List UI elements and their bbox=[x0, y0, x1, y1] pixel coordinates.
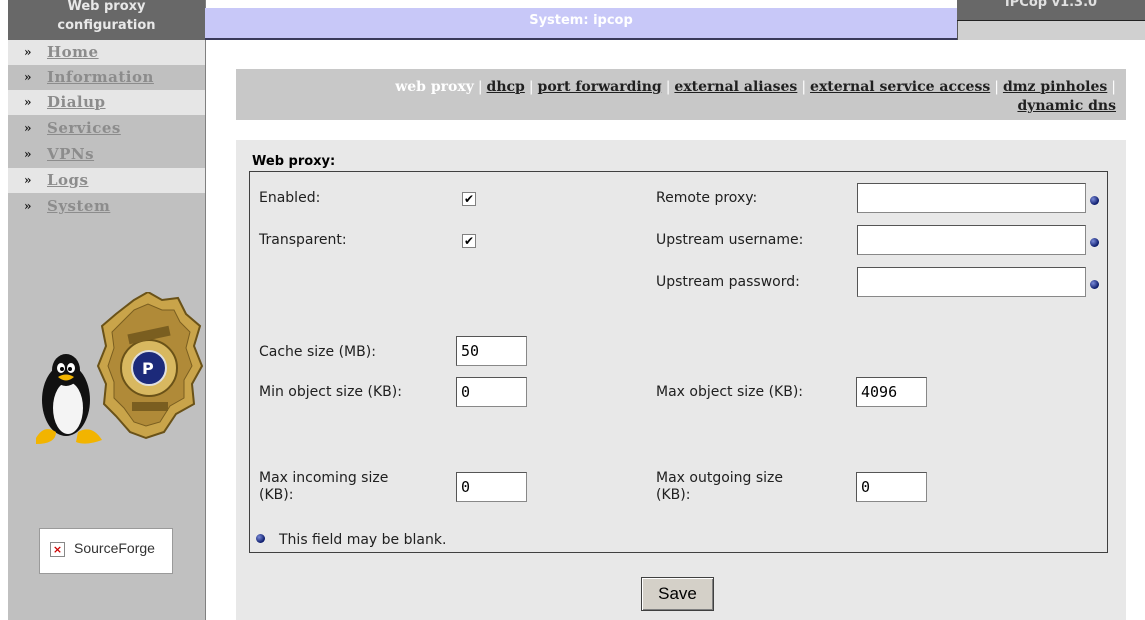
max-outgoing-size-input[interactable] bbox=[856, 472, 927, 502]
chevron-right-icon: » bbox=[24, 121, 31, 135]
page-title: System: ipcop bbox=[529, 13, 633, 28]
sidebar-item-dialup[interactable]: » Dialup bbox=[8, 90, 205, 115]
tab-separator: | bbox=[994, 79, 999, 95]
sidebar-item-label[interactable]: Dialup bbox=[47, 90, 106, 115]
tab-web-proxy[interactable]: web proxy bbox=[395, 79, 474, 95]
checkmark-icon: ✔ bbox=[463, 192, 475, 206]
cache-size-input[interactable] bbox=[456, 336, 527, 366]
max-object-size-label: Max object size (KB): bbox=[656, 384, 804, 400]
tab-port-forwarding[interactable]: port forwarding bbox=[538, 79, 662, 95]
cache-size-label: Cache size (MB): bbox=[259, 344, 376, 360]
sidebar-item-label[interactable]: Logs bbox=[47, 168, 89, 193]
upstream-password-label: Upstream password: bbox=[656, 274, 800, 290]
chevron-right-icon: » bbox=[24, 45, 31, 59]
tab-dmz-pinholes[interactable]: dmz pinholes bbox=[1003, 79, 1107, 95]
tab-external-service-access[interactable]: external service access bbox=[810, 79, 990, 95]
web-proxy-form: Enabled: ✔ Transparent: ✔ Remote proxy: … bbox=[249, 171, 1108, 553]
sourceforge-link[interactable]: × SourceForge bbox=[39, 528, 173, 574]
sidebar-item-information[interactable]: » Information bbox=[8, 65, 205, 90]
tab-separator: | bbox=[477, 79, 483, 95]
tab-dhcp[interactable]: dhcp bbox=[487, 79, 525, 95]
tux-penguin-icon bbox=[36, 354, 102, 444]
sidebar-item-system[interactable]: » System bbox=[8, 194, 205, 219]
save-button[interactable]: Save bbox=[641, 577, 714, 611]
checkmark-icon: ✔ bbox=[463, 234, 475, 248]
sidebar-item-label[interactable]: VPNs bbox=[47, 142, 94, 167]
max-outgoing-size-label: Max outgoing size (KB): bbox=[656, 470, 783, 504]
ipcop-logo: P bbox=[36, 292, 204, 444]
header-bar: System: ipcop bbox=[205, 8, 957, 40]
max-object-size-input[interactable] bbox=[856, 377, 927, 407]
remote-proxy-input[interactable] bbox=[857, 183, 1086, 213]
blank-field-note: This field may be blank. bbox=[279, 532, 447, 548]
sidebar-item-label[interactable]: System bbox=[47, 194, 110, 219]
tab-row-2: dynamic dns bbox=[1017, 98, 1116, 114]
sidebar-item-services[interactable]: » Services bbox=[8, 116, 205, 141]
sidebar: Web proxy configuration » Home » Informa… bbox=[8, 0, 206, 620]
enabled-checkbox[interactable]: ✔ bbox=[462, 192, 476, 206]
upstream-username-input[interactable] bbox=[857, 225, 1086, 255]
optional-field-icon bbox=[256, 534, 265, 543]
broken-image-icon: × bbox=[50, 542, 65, 557]
version-bar: IPCop v1.3.0 bbox=[957, 0, 1145, 21]
tab-separator: | bbox=[801, 79, 807, 95]
version-text: IPCop v1.3.0 bbox=[1004, 0, 1098, 10]
sidebar-item-label[interactable]: Services bbox=[47, 116, 121, 141]
tab-external-aliases[interactable]: external aliases bbox=[674, 79, 797, 95]
optional-field-icon bbox=[1090, 280, 1099, 289]
max-outgoing-label-line1: Max outgoing size bbox=[656, 470, 784, 486]
sidebar-item-logs[interactable]: » Logs bbox=[8, 168, 205, 193]
header-version-box: IPCop v1.3.0 bbox=[957, 0, 1145, 40]
tab-row-1: web proxy | dhcp | port forwarding | external … bbox=[395, 79, 1116, 95]
sidebar-title: Web proxy configuration bbox=[8, 0, 205, 40]
enabled-label: Enabled: bbox=[259, 190, 321, 206]
chevron-right-icon: » bbox=[24, 147, 31, 161]
tab-bar: web proxy | dhcp | port forwarding | external … bbox=[236, 69, 1126, 120]
sidebar-item-vpns[interactable]: » VPNs bbox=[8, 142, 205, 167]
tab-dynamic-dns[interactable]: dynamic dns bbox=[1017, 98, 1116, 114]
header-right-lower bbox=[957, 21, 1145, 40]
sidebar-item-label[interactable]: Home bbox=[47, 40, 99, 65]
chevron-right-icon: » bbox=[24, 95, 31, 109]
badge-icon: P bbox=[96, 292, 204, 440]
upstream-password-input[interactable] bbox=[857, 267, 1086, 297]
max-incoming-label-line2: (KB): bbox=[259, 487, 294, 503]
optional-field-icon bbox=[1090, 196, 1099, 205]
sidebar-title-line1: Web proxy bbox=[67, 0, 146, 14]
chevron-right-icon: » bbox=[24, 173, 31, 187]
svg-text:P: P bbox=[142, 359, 154, 378]
max-outgoing-label-line2: (KB): bbox=[656, 487, 691, 503]
optional-field-icon bbox=[1090, 238, 1099, 247]
sidebar-title-line2: configuration bbox=[57, 18, 156, 33]
tab-separator: | bbox=[528, 79, 534, 95]
tab-separator: | bbox=[665, 79, 671, 95]
tab-separator: | bbox=[1111, 79, 1116, 95]
max-incoming-size-input[interactable] bbox=[456, 472, 527, 502]
min-object-size-label: Min object size (KB): bbox=[259, 384, 402, 400]
section-title: Web proxy: bbox=[252, 154, 336, 169]
chevron-right-icon: » bbox=[24, 70, 31, 84]
max-incoming-label-line1: Max incoming size bbox=[259, 470, 389, 486]
sidebar-item-home[interactable]: » Home bbox=[8, 40, 205, 65]
upstream-username-label: Upstream username: bbox=[656, 232, 804, 248]
sourceforge-alt-text: SourceForge bbox=[74, 540, 155, 556]
sidebar-item-label[interactable]: Information bbox=[47, 65, 154, 90]
chevron-right-icon: » bbox=[24, 199, 31, 213]
transparent-checkbox[interactable]: ✔ bbox=[462, 234, 476, 248]
min-object-size-input[interactable] bbox=[456, 377, 527, 407]
remote-proxy-label: Remote proxy: bbox=[656, 190, 758, 206]
transparent-label: Transparent: bbox=[259, 232, 347, 248]
max-incoming-size-label: Max incoming size (KB): bbox=[259, 470, 388, 504]
